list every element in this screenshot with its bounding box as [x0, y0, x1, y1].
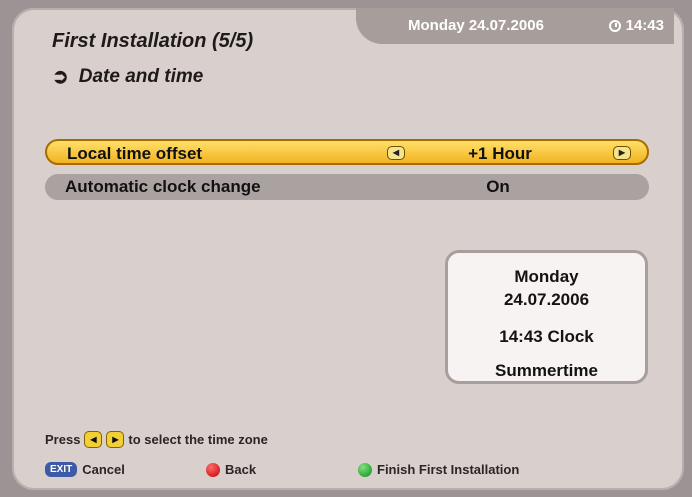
finish-label: Finish First Installation	[377, 462, 520, 477]
back-label: Back	[225, 462, 257, 477]
current-time-text: 14:43	[625, 17, 664, 34]
return-arrow-icon: ➲	[52, 66, 69, 88]
status-bar: Monday 24.07.2006 14:43	[356, 8, 674, 44]
red-key-icon	[206, 462, 220, 477]
left-arrow-icon[interactable]: ◀	[387, 146, 405, 160]
exit-key-icon: EXIT	[45, 462, 78, 477]
section-title-text: Date and time	[78, 65, 204, 87]
left-key-icon: ◀	[84, 431, 103, 448]
info-clock: 14:43 Clock	[499, 327, 594, 346]
current-time: 14:43	[608, 17, 664, 34]
clock-icon	[608, 19, 621, 32]
info-mode: Summertime	[495, 361, 598, 380]
time-info-box: Monday 24.07.2006 14:43 Clock Summertime	[445, 250, 648, 384]
local-time-offset-label: Local time offset	[67, 144, 203, 163]
right-key-icon: ▶	[106, 431, 125, 448]
green-key-icon	[358, 462, 372, 477]
page-title: First Installation (5/5)	[52, 30, 254, 52]
info-date: 24.07.2006	[503, 290, 590, 309]
automatic-clock-change-value: On	[486, 177, 510, 196]
hint-suffix: to select the time zone	[128, 432, 268, 447]
current-date: Monday 24.07.2006	[408, 17, 544, 34]
finish-installation-button[interactable]: Finish First Installation	[358, 462, 519, 477]
info-day: Monday	[514, 267, 579, 286]
hint-prefix: Press	[45, 432, 81, 447]
right-arrow-icon[interactable]: ▶	[613, 146, 631, 160]
local-time-offset-row[interactable]: Local time offset ◀ +1 Hour ▶	[45, 139, 649, 165]
automatic-clock-change-row[interactable]: Automatic clock change On	[45, 174, 649, 200]
automatic-clock-change-label: Automatic clock change	[65, 177, 261, 196]
section-title: ➲ Date and time	[52, 64, 203, 89]
help-hint: Press ◀ ▶ to select the time zone	[45, 431, 268, 448]
cancel-button[interactable]: EXIT Cancel	[45, 462, 125, 477]
cancel-label: Cancel	[82, 462, 125, 477]
screen-panel: Monday 24.07.2006 14:43 First Installati…	[12, 8, 684, 490]
local-time-offset-value: +1 Hour	[468, 144, 532, 163]
back-button[interactable]: Back	[206, 462, 256, 477]
